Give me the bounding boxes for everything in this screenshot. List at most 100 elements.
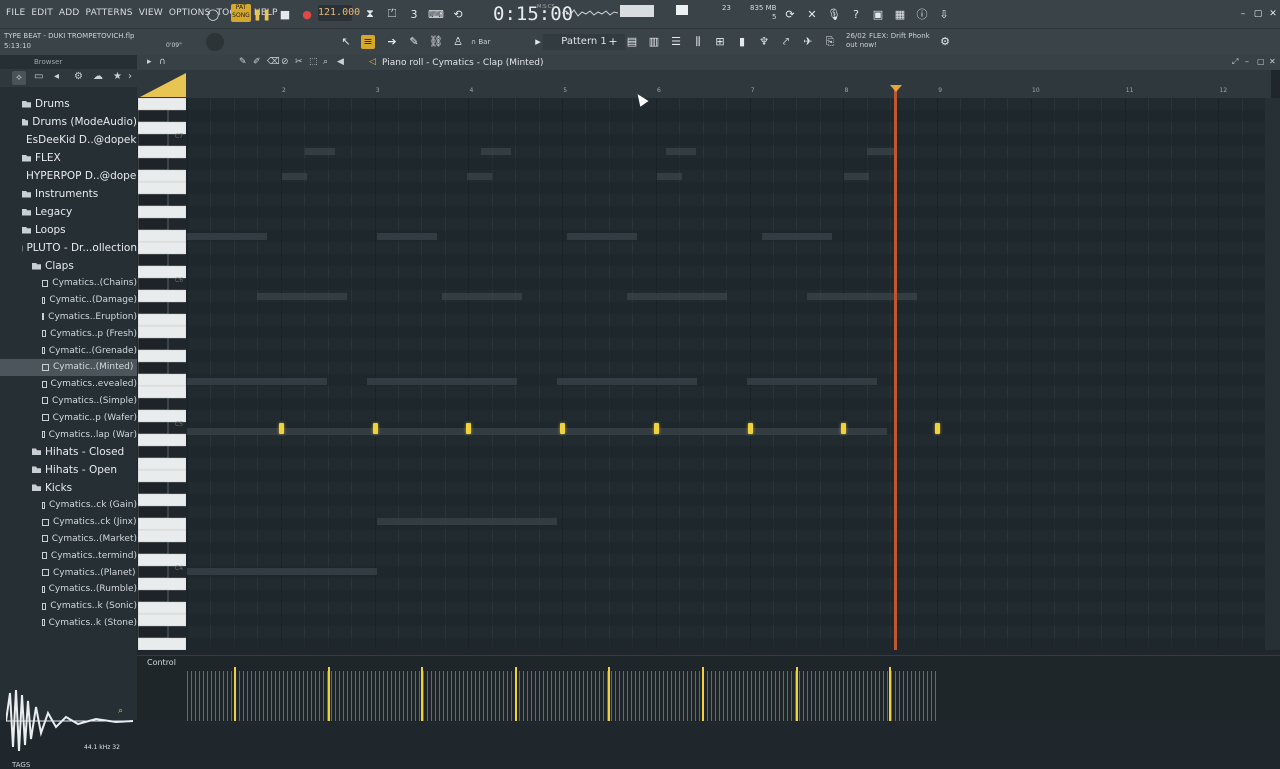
velocity-bar[interactable] (435, 671, 436, 721)
browser-file[interactable]: Cymatics..termind) (0, 547, 137, 564)
velocity-bar[interactable] (491, 671, 492, 721)
note[interactable] (373, 423, 378, 434)
velocity-bar[interactable] (871, 671, 872, 721)
slice-tool-icon[interactable]: ✂ (295, 57, 303, 67)
pr-maximize-icon[interactable]: ▢ (1257, 57, 1265, 66)
plugin-picker-icon[interactable]: ♆ (757, 35, 771, 49)
velocity-bar[interactable] (247, 671, 248, 721)
velocity-bar[interactable] (691, 671, 692, 721)
white-key[interactable] (138, 578, 186, 590)
velocity-bar[interactable] (399, 671, 400, 721)
velocity-bar[interactable] (303, 671, 304, 721)
piano-roll-icon[interactable]: ▥ (647, 35, 661, 49)
white-key[interactable] (138, 230, 186, 242)
note-velocity[interactable] (796, 667, 798, 721)
browser-file[interactable]: Cymatics..(Simple) (0, 393, 137, 410)
note-velocity[interactable] (328, 667, 330, 721)
velocity-bar[interactable] (415, 671, 416, 721)
velocity-bar[interactable] (719, 671, 720, 721)
velocity-bar[interactable] (751, 671, 752, 721)
velocity-bar[interactable] (711, 671, 712, 721)
velocity-bar[interactable] (463, 671, 464, 721)
speaker-icon[interactable]: ◁ (369, 57, 376, 67)
note-grid[interactable] (187, 98, 1265, 650)
info-icon[interactable]: ⓘ (913, 5, 931, 23)
velocity-bar[interactable] (611, 671, 612, 721)
velocity-bar[interactable] (207, 671, 208, 721)
velocity-bar[interactable] (839, 671, 840, 721)
velocity-bar[interactable] (687, 671, 688, 721)
black-key[interactable] (138, 134, 168, 146)
master-pitch-knob[interactable] (206, 33, 224, 51)
velocity-bar[interactable] (375, 671, 376, 721)
velocity-bar[interactable] (675, 671, 676, 721)
velocity-bar[interactable] (363, 671, 364, 721)
velocity-bar[interactable] (643, 671, 644, 721)
velocity-bar[interactable] (223, 671, 224, 721)
velocity-bar[interactable] (263, 671, 264, 721)
white-key[interactable] (138, 518, 186, 530)
playhead[interactable] (894, 88, 897, 650)
mute-tool-icon[interactable]: ⊘ (281, 57, 289, 67)
tools-icon[interactable]: ✕ (803, 5, 821, 23)
velocity-bar[interactable] (787, 671, 788, 721)
mixer-window-icon[interactable]: ⫼ (691, 35, 705, 49)
velocity-bar[interactable] (523, 671, 524, 721)
pause-icon[interactable]: ❚❚ (253, 5, 271, 23)
velocity-bar[interactable] (823, 671, 824, 721)
velocity-bar[interactable] (503, 671, 504, 721)
velocity-bar[interactable] (407, 671, 408, 721)
browser-file[interactable]: Cymatic..(Minted) (0, 359, 137, 376)
velocity-bar[interactable] (575, 671, 576, 721)
velocity-bar[interactable] (739, 671, 740, 721)
pencil-tool-icon[interactable]: ✎ (239, 57, 247, 67)
velocity-bar[interactable] (311, 671, 312, 721)
velocity-bar[interactable] (663, 671, 664, 721)
playlist-snap-icon[interactable]: ≡ (361, 35, 375, 49)
velocity-bar[interactable] (507, 671, 508, 721)
black-key[interactable] (138, 422, 168, 434)
velocity-bar[interactable] (915, 671, 916, 721)
black-key[interactable] (138, 482, 168, 494)
browser-file[interactable]: Cymatics..evealed) (0, 376, 137, 393)
velocity-bar[interactable] (551, 671, 552, 721)
velocity-bar[interactable] (467, 671, 468, 721)
velocity-bar[interactable] (591, 671, 592, 721)
note[interactable] (654, 423, 659, 434)
velocity-bar[interactable] (239, 671, 240, 721)
velocity-bar[interactable] (443, 671, 444, 721)
browser-back-icon[interactable]: ◂ (54, 71, 59, 82)
velocity-bar[interactable] (307, 671, 308, 721)
velocity-bar[interactable] (623, 671, 624, 721)
black-key[interactable] (138, 542, 168, 554)
velocity-bar[interactable] (763, 671, 764, 721)
delete-tool-icon[interactable]: ⌫ (267, 57, 280, 67)
white-key[interactable] (138, 182, 186, 194)
black-key[interactable] (138, 566, 168, 578)
vertical-scrollbar[interactable] (1265, 98, 1280, 650)
note[interactable] (748, 423, 753, 434)
snap-selector[interactable]: ∩ Bar (471, 35, 525, 49)
browser-file[interactable]: Cymatics..k (Stone) (0, 615, 137, 632)
velocity-bar[interactable] (815, 671, 816, 721)
velocity-bar[interactable] (379, 671, 380, 721)
velocity-bar[interactable] (359, 671, 360, 721)
velocity-bar[interactable] (543, 671, 544, 721)
white-key[interactable] (138, 458, 186, 470)
velocity-bar[interactable] (283, 671, 284, 721)
velocity-bar[interactable] (679, 671, 680, 721)
velocity-bar[interactable] (471, 671, 472, 721)
velocity-bar[interactable] (291, 671, 292, 721)
velocity-bar[interactable] (807, 671, 808, 721)
velocity-bar[interactable] (475, 671, 476, 721)
menu-edit[interactable]: EDIT (31, 8, 53, 18)
note[interactable] (279, 423, 284, 434)
velocity-bar[interactable] (855, 671, 856, 721)
velocity-bar[interactable] (803, 671, 804, 721)
browser-file[interactable]: Cymatics..ck (Gain) (0, 497, 137, 514)
video-icon[interactable]: ✈ (801, 35, 815, 49)
velocity-bar[interactable] (707, 671, 708, 721)
white-key[interactable] (138, 350, 186, 362)
velocity-bar[interactable] (619, 671, 620, 721)
browser-file[interactable]: Cymatics..p (Fresh) (0, 325, 137, 342)
